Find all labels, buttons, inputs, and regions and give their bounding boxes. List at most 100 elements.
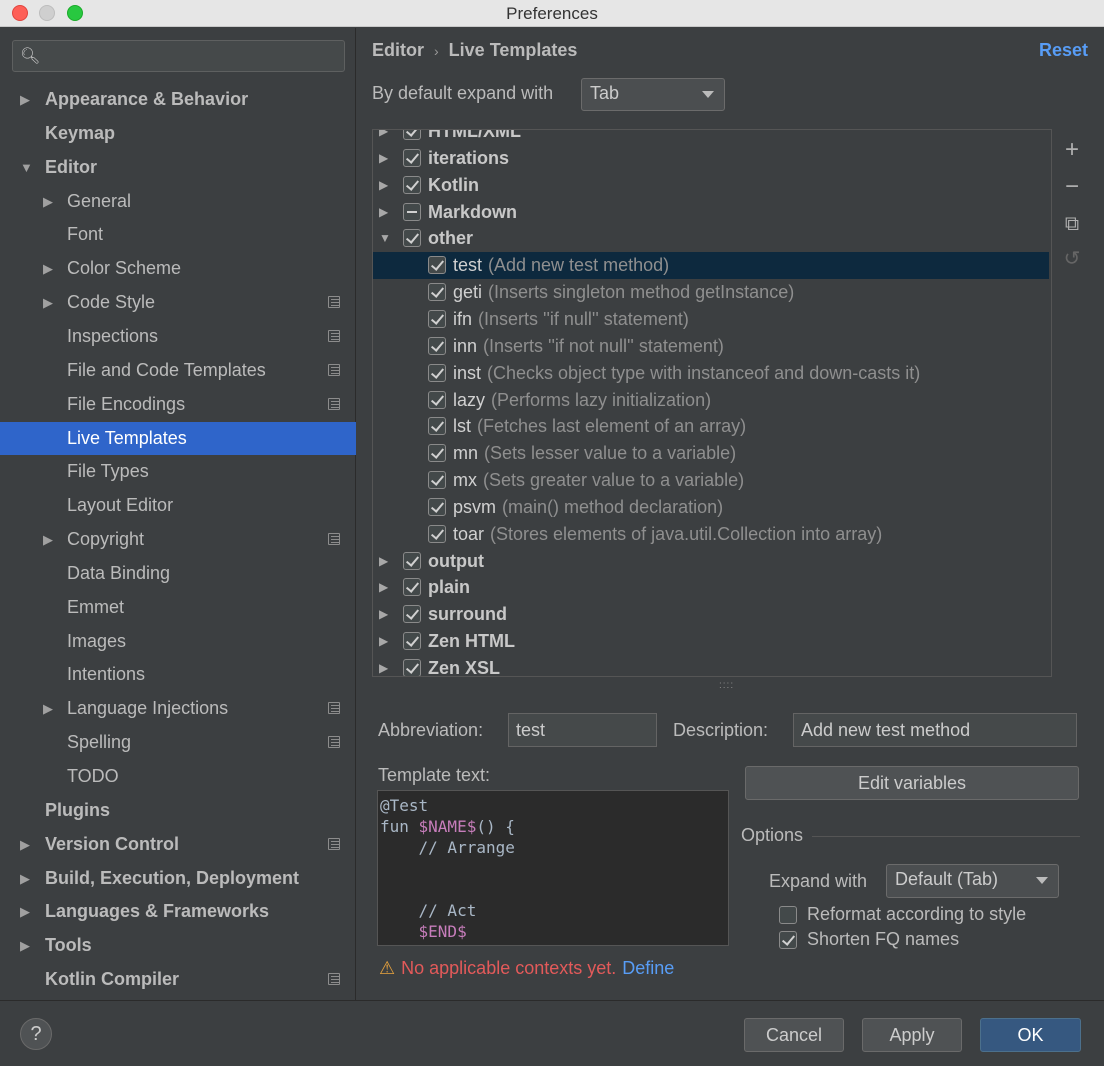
- shorten-option[interactable]: Shorten FQ names: [779, 929, 1079, 955]
- ok-button[interactable]: OK: [980, 1018, 1081, 1052]
- template-checkbox[interactable]: [428, 524, 446, 543]
- template-checkbox[interactable]: [428, 417, 446, 436]
- collapsed-arrow-icon[interactable]: ▶: [20, 895, 30, 928]
- splitter-handle[interactable]: ::::: [719, 680, 734, 691]
- sidebar-item-version-control[interactable]: ▶ Version Control: [0, 828, 356, 861]
- group-checkbox[interactable]: [403, 659, 421, 676]
- group-checkbox[interactable]: [403, 148, 421, 167]
- collapsed-arrow-icon[interactable]: ▶: [379, 172, 388, 199]
- template-checkbox[interactable]: [428, 283, 446, 302]
- template-row[interactable]: lazy (Performs lazy initialization): [373, 387, 1051, 414]
- collapsed-arrow-icon[interactable]: ▶: [43, 252, 53, 285]
- expanded-arrow-icon[interactable]: ▼: [379, 225, 391, 252]
- template-group-row[interactable]: ▶ HTML/XML: [373, 130, 1051, 145]
- template-row[interactable]: toar (Stores elements of java.util.Collec…: [373, 521, 1051, 548]
- sidebar-item-live-templates[interactable]: Live Templates: [0, 421, 356, 455]
- sidebar-item-general[interactable]: ▶ General: [0, 185, 356, 218]
- group-checkbox[interactable]: [403, 632, 421, 651]
- template-group-row[interactable]: ▶ output: [373, 548, 1051, 575]
- description-field[interactable]: Add new test method: [793, 713, 1077, 747]
- sidebar-item-copyright[interactable]: ▶ Copyright: [0, 523, 356, 556]
- reformat-checkbox[interactable]: [779, 906, 797, 924]
- collapsed-arrow-icon[interactable]: ▶: [20, 828, 30, 861]
- expand-with-select[interactable]: Default (Tab): [886, 864, 1059, 898]
- sidebar-item-keymap[interactable]: Keymap: [0, 117, 356, 150]
- template-checkbox[interactable]: [428, 309, 446, 328]
- template-checkbox[interactable]: [428, 336, 446, 355]
- sidebar-item-file-encodings[interactable]: File Encodings: [0, 388, 356, 421]
- edit-variables-button[interactable]: Edit variables: [745, 766, 1079, 800]
- reformat-option[interactable]: Reformat according to style: [779, 904, 1079, 930]
- template-row[interactable]: mx (Sets greater value to a variable): [373, 467, 1051, 494]
- template-group-row[interactable]: ▶ iterations: [373, 145, 1051, 172]
- template-group-row[interactable]: ▶ Kotlin: [373, 172, 1051, 199]
- collapsed-arrow-icon[interactable]: ▶: [43, 523, 53, 556]
- sidebar-item-build-execution-deployment[interactable]: ▶ Build, Execution, Deployment: [0, 862, 356, 895]
- sidebar-item-todo[interactable]: TODO: [0, 760, 356, 793]
- sidebar-item-appearance-behavior[interactable]: ▶ Appearance & Behavior: [0, 83, 356, 116]
- abbreviation-field[interactable]: test: [508, 713, 657, 747]
- collapsed-arrow-icon[interactable]: ▶: [43, 185, 53, 218]
- collapsed-arrow-icon[interactable]: ▶: [379, 199, 388, 226]
- collapsed-arrow-icon[interactable]: ▶: [379, 574, 388, 601]
- collapsed-arrow-icon[interactable]: ▶: [43, 286, 53, 319]
- help-button[interactable]: ?: [20, 1018, 52, 1050]
- copy-icon[interactable]: ⧉: [1055, 207, 1089, 241]
- sidebar-item-spelling[interactable]: Spelling: [0, 726, 356, 759]
- add-icon[interactable]: +: [1055, 133, 1089, 167]
- group-checkbox[interactable]: [403, 175, 421, 194]
- sidebar-item-plugins[interactable]: Plugins: [0, 794, 356, 827]
- settings-search-input[interactable]: 🔍︎: [12, 40, 345, 72]
- group-checkbox[interactable]: [403, 130, 421, 140]
- template-group-row[interactable]: ▶ surround: [373, 601, 1051, 628]
- sidebar-item-code-style[interactable]: ▶ Code Style: [0, 286, 356, 319]
- restore-icon[interactable]: ↺: [1055, 242, 1089, 276]
- collapsed-arrow-icon[interactable]: ▶: [20, 929, 30, 962]
- collapsed-arrow-icon[interactable]: ▶: [379, 130, 388, 145]
- group-checkbox[interactable]: [403, 202, 421, 221]
- template-row[interactable]: ifn (Inserts ''if null'' statement): [373, 306, 1051, 333]
- reset-link[interactable]: Reset: [1039, 40, 1088, 61]
- sidebar-item-font[interactable]: Font: [0, 218, 356, 251]
- template-checkbox[interactable]: [428, 444, 446, 463]
- sidebar-item-languages-frameworks[interactable]: ▶ Languages & Frameworks: [0, 895, 356, 928]
- template-group-row[interactable]: ▶ Zen HTML: [373, 628, 1051, 655]
- template-checkbox[interactable]: [428, 497, 446, 516]
- sidebar-item-inspections[interactable]: Inspections: [0, 320, 356, 353]
- template-row[interactable]: test (Add new test method): [373, 252, 1051, 280]
- sidebar-item-editor[interactable]: ▼ Editor: [0, 151, 356, 184]
- template-group-row[interactable]: ▶ Markdown: [373, 199, 1051, 226]
- expanded-arrow-icon[interactable]: ▼: [20, 151, 33, 184]
- collapsed-arrow-icon[interactable]: ▶: [20, 83, 30, 116]
- sidebar-item-kotlin-compiler[interactable]: Kotlin Compiler: [0, 963, 356, 996]
- group-checkbox[interactable]: [403, 578, 421, 597]
- default-expand-select[interactable]: Tab: [581, 78, 725, 111]
- collapsed-arrow-icon[interactable]: ▶: [379, 655, 388, 676]
- sidebar-item-intentions[interactable]: Intentions: [0, 658, 356, 691]
- template-group-row[interactable]: ▼ other: [373, 225, 1051, 252]
- group-checkbox[interactable]: [403, 229, 421, 248]
- sidebar-item-data-binding[interactable]: Data Binding: [0, 557, 356, 590]
- template-checkbox[interactable]: [428, 390, 446, 409]
- template-text-editor[interactable]: @Test fun $NAME$() { // Arrange // Act $E…: [377, 790, 729, 946]
- sidebar-item-images[interactable]: Images: [0, 625, 356, 658]
- group-checkbox[interactable]: [403, 605, 421, 624]
- sidebar-item-layout-editor[interactable]: Layout Editor: [0, 489, 356, 522]
- collapsed-arrow-icon[interactable]: ▶: [43, 692, 53, 725]
- collapsed-arrow-icon[interactable]: ▶: [379, 548, 388, 575]
- sidebar-item-color-scheme[interactable]: ▶ Color Scheme: [0, 252, 356, 285]
- group-checkbox[interactable]: [403, 551, 421, 570]
- template-row[interactable]: psvm (main() method declaration): [373, 494, 1051, 521]
- template-checkbox[interactable]: [428, 471, 446, 490]
- template-row[interactable]: mn (Sets lesser value to a variable): [373, 440, 1051, 467]
- shorten-checkbox[interactable]: [779, 931, 797, 949]
- cancel-button[interactable]: Cancel: [744, 1018, 844, 1052]
- template-row[interactable]: inn (Inserts ''if not null'' statement): [373, 333, 1051, 360]
- remove-icon[interactable]: −: [1055, 170, 1089, 204]
- template-group-row[interactable]: ▶ Zen XSL: [373, 655, 1051, 676]
- collapsed-arrow-icon[interactable]: ▶: [379, 601, 388, 628]
- tree-scrollbar[interactable]: [1049, 130, 1051, 676]
- sidebar-item-tools[interactable]: ▶ Tools: [0, 929, 356, 962]
- sidebar-item-file-types[interactable]: File Types: [0, 455, 356, 488]
- collapsed-arrow-icon[interactable]: ▶: [379, 145, 388, 172]
